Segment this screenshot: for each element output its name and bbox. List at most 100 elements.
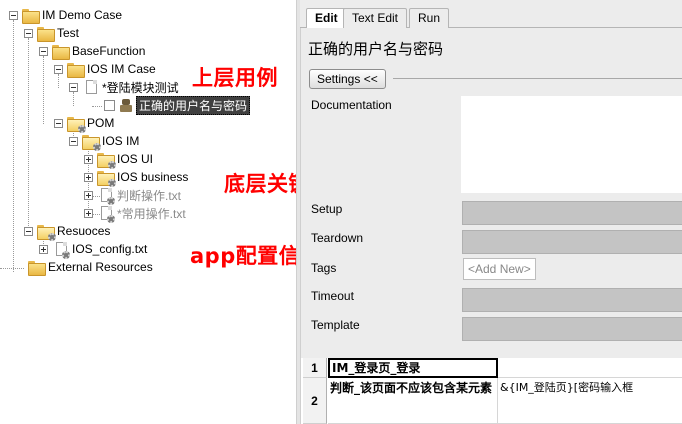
tree-item-label: IOS_config.txt (72, 242, 148, 256)
folder-icon (22, 8, 40, 24)
tree-item-ios-config[interactable]: IOS_config.txt (39, 240, 148, 259)
folder-icon (37, 26, 55, 42)
expand-icon[interactable] (84, 208, 93, 218)
tree-item-label: IOS IM Case (87, 62, 156, 76)
collapse-icon[interactable] (9, 10, 18, 20)
page-title: 正确的用户名与密码 (308, 40, 444, 58)
teardown-field[interactable] (462, 230, 682, 254)
setup-label: Setup (311, 202, 343, 216)
tree-item-label: IOS business (117, 170, 189, 184)
template-label: Template (311, 318, 360, 332)
expand-icon[interactable] (39, 244, 48, 254)
grid-cell[interactable]: &{IM_登陆页}[密码输入框 (498, 378, 682, 424)
settings-toggle-button[interactable]: Settings << (309, 69, 386, 89)
edit-content: 正确的用户名与密码 Settings << Documentation Setu… (300, 28, 682, 424)
tab-edit[interactable]: Edit (306, 8, 347, 29)
annotation-upper-case: 上层用例 (192, 66, 278, 90)
setup-field[interactable] (462, 201, 682, 225)
tree-item-ios-business[interactable]: IOS business (84, 168, 189, 187)
tree-line (28, 38, 29, 232)
tree-item-ios-im[interactable]: IOS IM (69, 132, 140, 151)
add-tag-button[interactable]: <Add New> (463, 258, 536, 280)
gear-icon (93, 142, 101, 151)
file-icon (101, 188, 115, 205)
grid-cell[interactable]: IM_登录页_登录 (328, 358, 498, 378)
tree-item-label: Resuoces (57, 224, 111, 238)
tags-label: Tags (311, 261, 337, 275)
tree-item-label: POM (87, 116, 115, 130)
gear-icon (108, 160, 116, 169)
tree-item-label: *常用操作.txt (117, 206, 186, 221)
row-header[interactable]: 1 (303, 358, 327, 378)
documentation-field[interactable] (461, 96, 682, 193)
gear-icon (108, 178, 116, 187)
tree-item-common-ops[interactable]: *常用操作.txt (84, 204, 186, 223)
gear-icon (107, 215, 115, 223)
test-tree: IM Demo Case Test BaseFunction IOS IM Ca… (0, 0, 331, 424)
tree-item-external-resources[interactable]: External Resources (28, 258, 153, 276)
file-icon (56, 242, 70, 259)
tree-item-basefunction[interactable]: BaseFunction (39, 42, 145, 60)
settings-divider (393, 78, 682, 79)
tree-item-ios-im-case[interactable]: IOS IM Case (54, 60, 156, 78)
tree-item-pom[interactable]: POM (54, 114, 115, 133)
timeout-label: Timeout (311, 289, 354, 303)
collapse-icon[interactable] (69, 136, 78, 146)
tree-line (13, 20, 14, 272)
folder-icon (97, 170, 116, 187)
tree-item-test[interactable]: Test (24, 24, 79, 42)
tree-item-label: IOS UI (117, 152, 154, 166)
collapse-icon[interactable] (69, 82, 78, 92)
file-icon (86, 80, 97, 94)
template-field[interactable] (462, 317, 682, 341)
folder-icon (97, 152, 116, 169)
tree-item-label: *登陆模块测试 (102, 80, 179, 95)
tree-line (43, 56, 44, 124)
tree-item-label: External Resources (48, 260, 153, 274)
tree-item-correct-username-password[interactable]: 正确的用户名与密码 (104, 95, 251, 115)
tree-line (92, 106, 102, 107)
gear-icon (78, 124, 86, 133)
editor-panel: Edit Text Edit Run 正确的用户名与密码 Settings <<… (300, 0, 682, 424)
folder-icon (67, 116, 86, 133)
tree-item-im-demo-case[interactable]: IM Demo Case (9, 6, 122, 24)
tree-item-login-module-test[interactable]: *登陆模块测试 (69, 78, 179, 96)
tree-item-label: Test (57, 26, 80, 40)
tab-run[interactable]: Run (409, 8, 450, 28)
folder-icon (67, 62, 85, 78)
tree-item-judge-ops[interactable]: 判断操作.txt (84, 186, 182, 205)
row-header[interactable]: 2 (303, 378, 327, 424)
folder-icon (37, 224, 56, 241)
tab-text-edit[interactable]: Text Edit (343, 8, 408, 28)
timeout-field[interactable] (462, 288, 682, 312)
grid-cell[interactable]: 判断_该页面不应该包含某元素 (328, 378, 498, 424)
tree-item-label: BaseFunction (72, 44, 146, 58)
folder-icon (28, 260, 46, 276)
tab-bar: Edit Text Edit Run (300, 0, 682, 29)
robot-icon (120, 98, 132, 112)
file-icon (101, 206, 115, 223)
collapse-icon[interactable] (24, 28, 33, 38)
tree-item-resuoces[interactable]: Resuoces (24, 222, 111, 241)
documentation-label: Documentation (311, 98, 392, 112)
tree-item-ios-ui[interactable]: IOS UI (84, 150, 154, 169)
tree-line (0, 268, 24, 269)
expand-icon[interactable] (84, 154, 93, 164)
steps-grid: 1 IM_登录页_登录 2 判断_该页面不应该包含某元素 &{IM_登陆页}[密… (301, 358, 682, 424)
gear-icon (48, 232, 56, 241)
test-checkbox[interactable] (104, 99, 115, 111)
collapse-icon[interactable] (54, 64, 63, 74)
tree-item-label: 正确的用户名与密码 (136, 95, 251, 115)
expand-icon[interactable] (84, 190, 93, 200)
collapse-icon[interactable] (54, 118, 63, 128)
teardown-label: Teardown (311, 231, 364, 245)
tree-item-label: 判断操作.txt (117, 188, 182, 203)
tree-item-label: IOS IM (102, 134, 140, 148)
grid-cell[interactable] (498, 358, 682, 378)
expand-icon[interactable] (84, 172, 93, 182)
gear-icon (62, 251, 70, 259)
collapse-icon[interactable] (39, 46, 48, 56)
gear-icon (107, 197, 115, 205)
folder-icon (82, 134, 101, 151)
collapse-icon[interactable] (24, 226, 33, 236)
